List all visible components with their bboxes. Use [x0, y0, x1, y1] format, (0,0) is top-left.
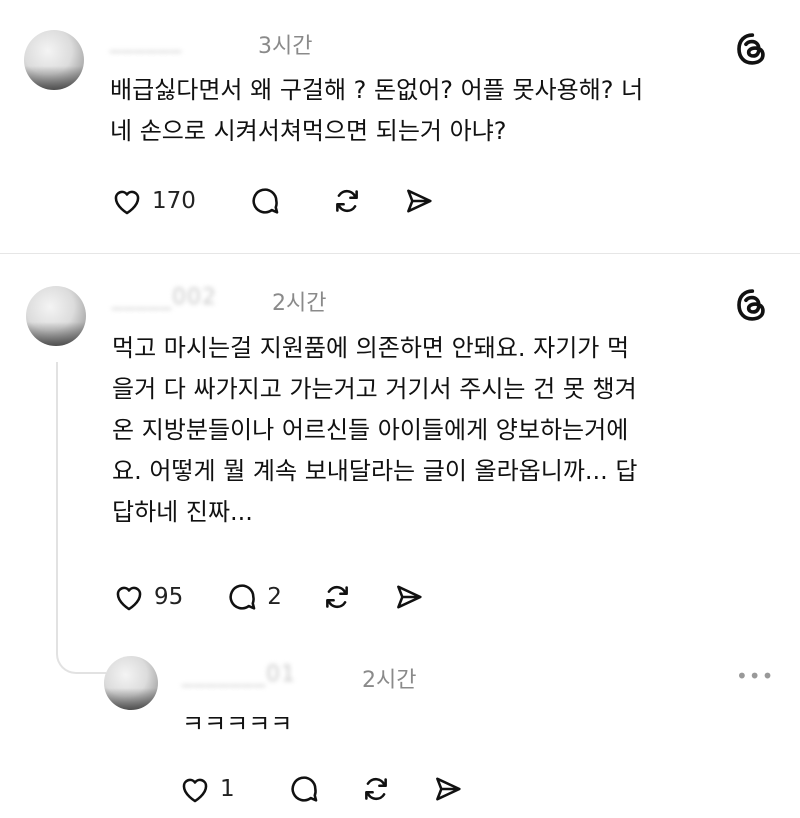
text-line: 요. 어떻게 뭘 계속 보내달라는 글이 올라옵니까... 답 [112, 457, 638, 485]
share-button[interactable] [402, 184, 436, 218]
timestamp: 2시간 [362, 668, 417, 693]
like-count: 170 [152, 188, 196, 214]
repost-icon [326, 585, 348, 609]
comment-icon [291, 776, 317, 802]
avatar[interactable] [104, 656, 158, 710]
text-line: 먹고 마시는걸 지원품에 의존하면 안돼요. 자기가 먹 [112, 334, 630, 362]
action-bar: 1 [178, 772, 503, 806]
action-bar: 95 2 [112, 580, 464, 614]
reply-button[interactable] [248, 184, 282, 218]
thread-connector [56, 612, 106, 674]
share-button[interactable] [431, 772, 465, 806]
more-options-icon[interactable]: ••• [736, 664, 774, 688]
threads-logo-icon[interactable] [733, 30, 771, 68]
text-line: 온 지방분들이나 어르신들 아이들에게 양보하는거에 [112, 416, 629, 444]
avatar[interactable] [26, 286, 86, 346]
avatar[interactable] [24, 30, 84, 90]
reply-button[interactable]: 2 [225, 580, 282, 614]
repost-button[interactable] [320, 580, 354, 614]
heart-icon [114, 190, 140, 215]
like-button[interactable]: 170 [110, 184, 196, 218]
text-line: 답하네 진짜... [112, 498, 253, 526]
timestamp: 2시간 [272, 291, 327, 316]
repost-button[interactable] [330, 184, 364, 218]
thread-line [56, 362, 58, 612]
repost-icon [364, 777, 387, 801]
heart-icon [116, 586, 142, 611]
comment-icon [252, 188, 279, 214]
post-text: 배급싫다면서 왜 구걸해 ? 돈없어? 어플 못사용해? 너 네 손으로 시켜서… [110, 70, 770, 152]
post-text: ㅋㅋㅋㅋㅋ [182, 704, 292, 745]
repost-icon [335, 189, 358, 213]
repost-button[interactable] [359, 772, 393, 806]
share-button[interactable] [392, 580, 426, 614]
text-line: ㅋㅋㅋㅋㅋ [182, 710, 293, 738]
reply-count: 2 [267, 584, 282, 610]
action-bar: 170 [110, 184, 474, 218]
heart-icon [182, 778, 208, 803]
like-button[interactable]: 1 [178, 772, 235, 806]
username[interactable]: _______01 [182, 662, 296, 687]
divider [0, 253, 800, 254]
like-count: 1 [220, 776, 235, 802]
post-text: 먹고 마시는걸 지원품에 의존하면 안돼요. 자기가 먹 을거 다 싸가지고 가… [112, 328, 780, 533]
comment-icon [229, 584, 256, 610]
timestamp: 3시간 [258, 34, 313, 59]
text-line: 을거 다 싸가지고 가는거고 거기서 주시는 건 못 챙겨 [112, 375, 637, 403]
username[interactable]: _____002 [112, 285, 217, 310]
like-button[interactable]: 95 [112, 580, 183, 614]
text-line: 배급싫다면서 왜 구걸해 ? 돈없어? 어플 못사용해? 너 [110, 76, 644, 104]
send-icon [407, 189, 432, 213]
reply-button[interactable] [287, 772, 321, 806]
send-icon [397, 585, 422, 609]
text-line: 네 손으로 시켜서쳐먹으면 되는거 아냐? [110, 117, 507, 145]
like-count: 95 [154, 584, 184, 610]
send-icon [435, 777, 461, 801]
threads-logo-icon[interactable] [733, 286, 771, 324]
username[interactable]: ______ [110, 28, 182, 53]
